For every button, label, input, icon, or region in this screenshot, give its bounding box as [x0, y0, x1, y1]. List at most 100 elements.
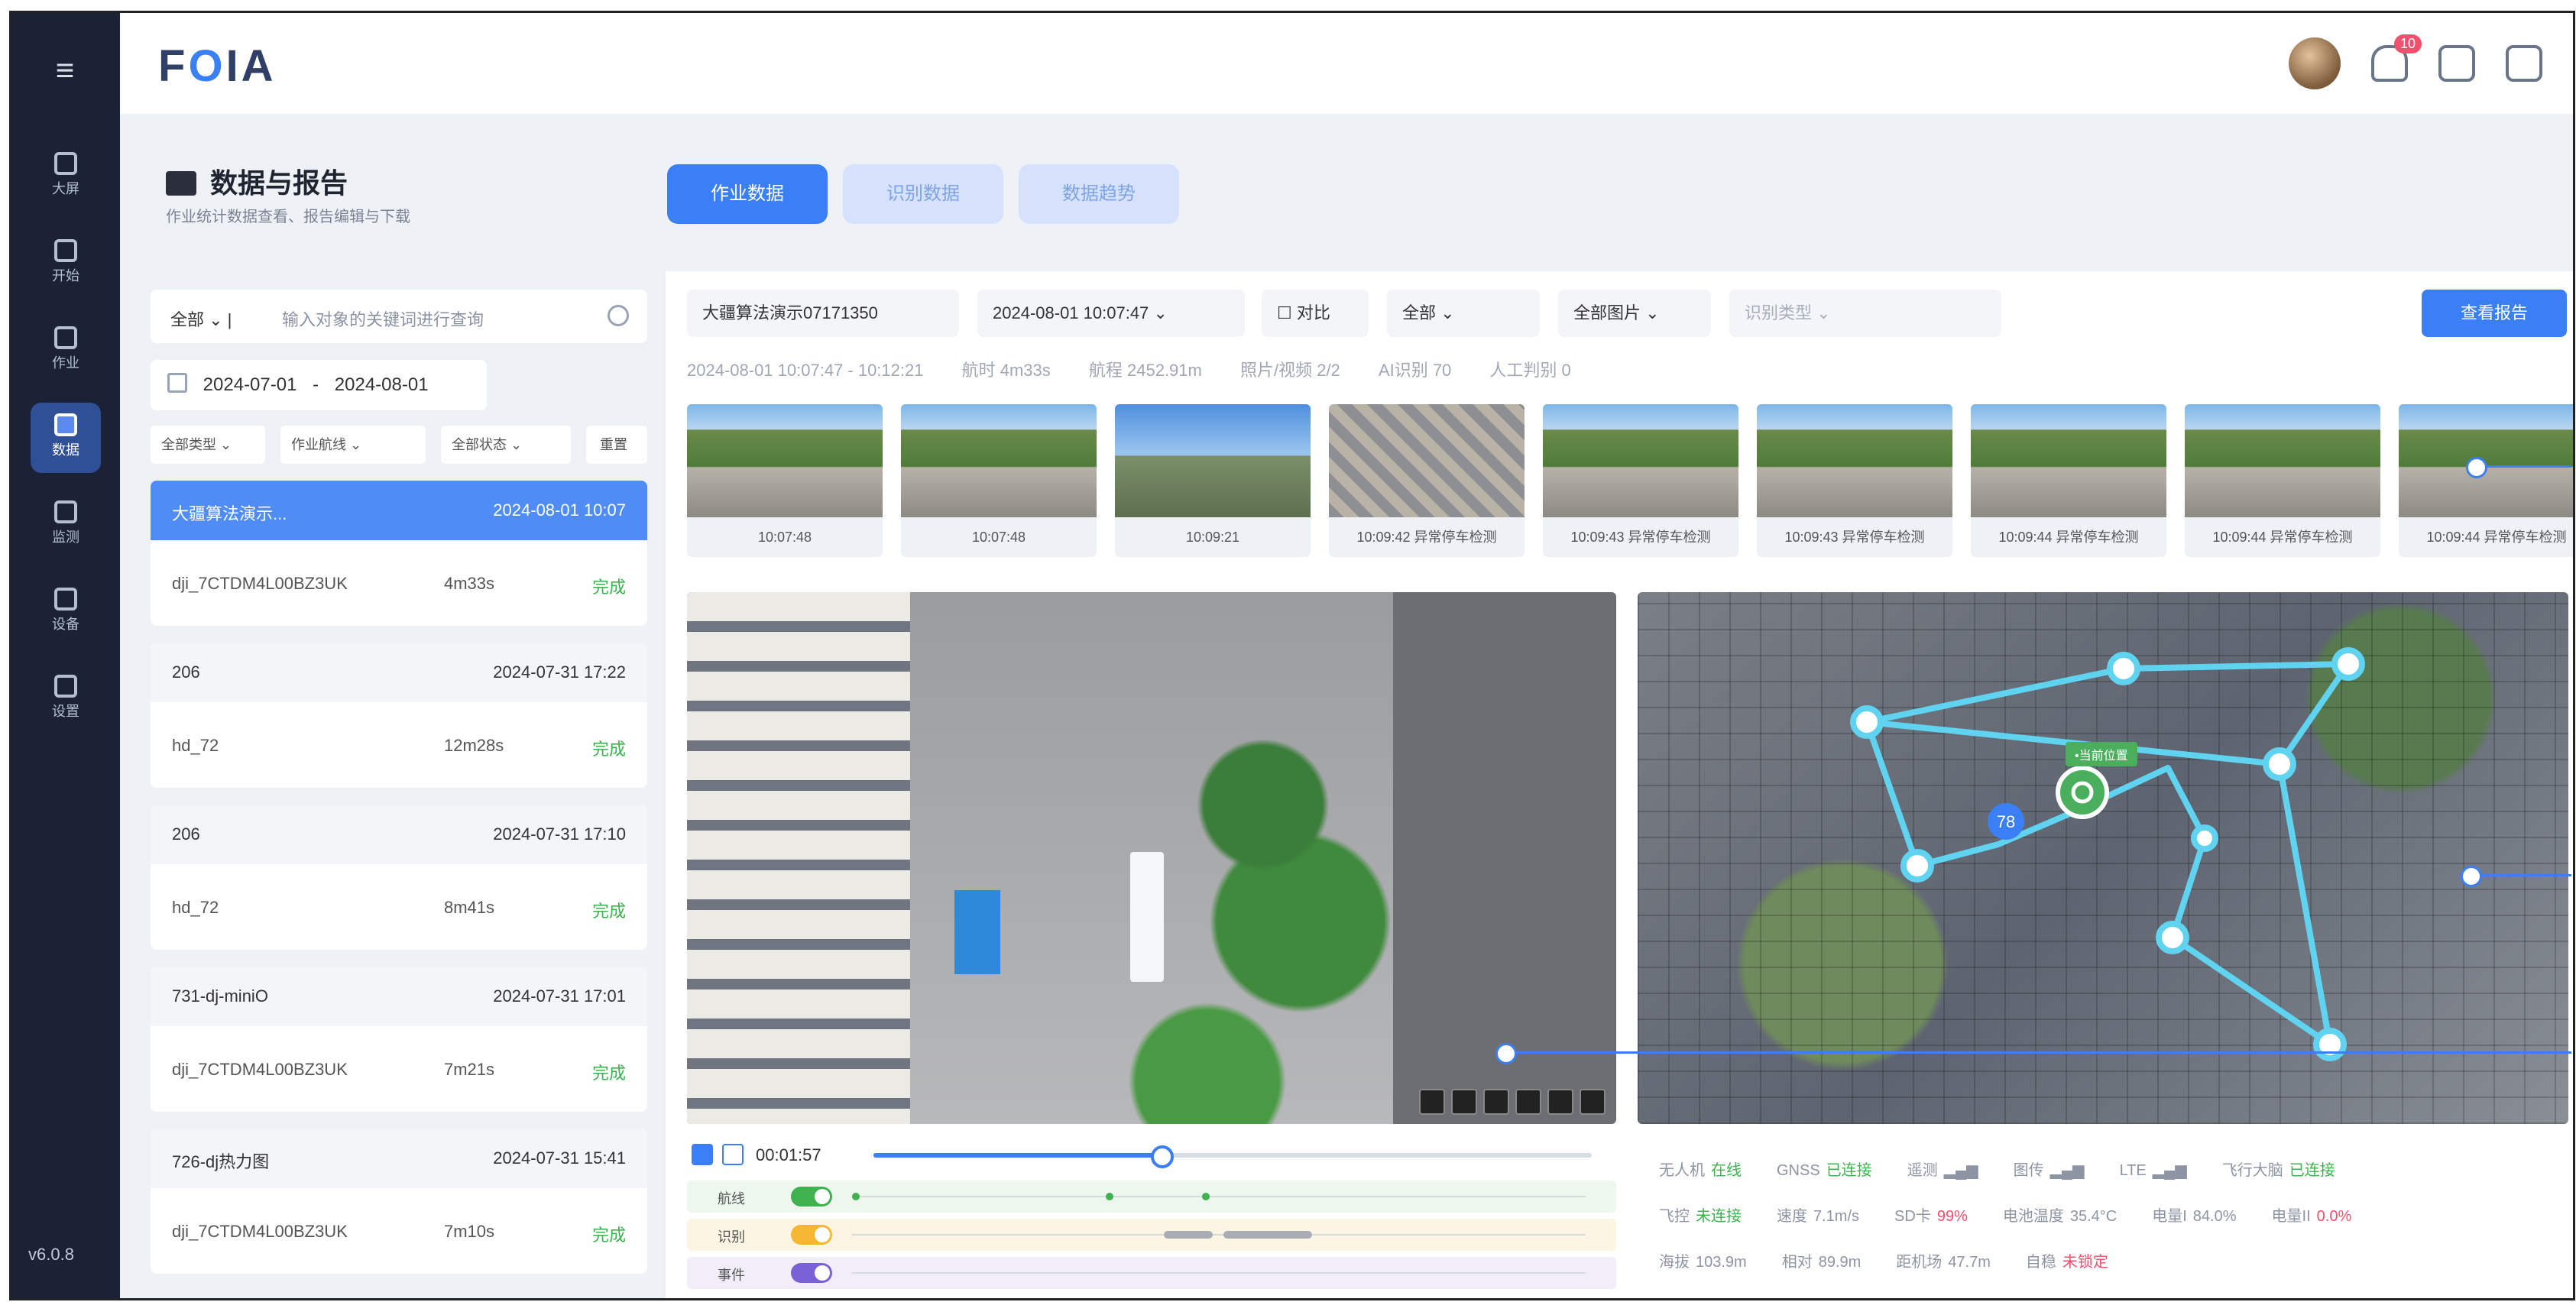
- flight-route: 78: [1850, 647, 2365, 1061]
- lane-segment[interactable]: [1164, 1231, 1213, 1239]
- status-item: GNSS 已连接: [1777, 1162, 1872, 1179]
- status-item: 飞控 未连接: [1659, 1208, 1742, 1225]
- status-badge: 完成: [591, 1064, 626, 1083]
- rail-item-2[interactable]: 作业: [31, 316, 101, 386]
- tab-recognition-data[interactable]: 识别数据: [843, 164, 1003, 224]
- video-object: [954, 890, 1000, 974]
- video-player[interactable]: [687, 592, 1616, 1124]
- lane-segment[interactable]: [1223, 1231, 1312, 1239]
- status-value: ▂▄▆: [2152, 1162, 2187, 1179]
- thumbnail[interactable]: 10:07:48: [901, 404, 1097, 557]
- status-filter[interactable]: 全部状态 ⌄: [441, 426, 571, 464]
- layers-icon[interactable]: [1483, 1089, 1509, 1115]
- thumbnail[interactable]: 10:09:44 异常停车检测: [2185, 404, 2380, 557]
- clipboard-icon[interactable]: [2438, 45, 2475, 82]
- all-select[interactable]: 全部 ⌄: [1387, 290, 1540, 337]
- lane-event-dot[interactable]: [852, 1193, 860, 1200]
- task-list-item[interactable]: 731-dj-miniO 2024-07-31 17:01 dji_7CTDM4L0…: [151, 967, 647, 1112]
- edit-icon[interactable]: [1515, 1089, 1541, 1115]
- status-item: 相对 89.9m: [1782, 1254, 1862, 1271]
- device-id: dji_7CTDM4L00BZ3UK: [172, 1222, 348, 1241]
- search-bar[interactable]: 全部 ⌄ | 输入对象的关键词进行查询: [151, 290, 647, 343]
- tab-task-data[interactable]: 作业数据: [667, 164, 828, 224]
- lane-track: [852, 1272, 1586, 1274]
- thumbnail[interactable]: 10:09:44 异常停车检测: [2399, 404, 2573, 557]
- task-list-item[interactable]: 大疆算法演示... 2024-08-01 10:07 dji_7CTDM4L00BZ…: [151, 481, 647, 626]
- top-actions: 10: [2289, 34, 2542, 89]
- thumbnail[interactable]: 10:09:43 异常停车检测: [1757, 404, 1952, 557]
- zoom-icon[interactable]: [1419, 1089, 1445, 1115]
- logo[interactable]: FOIA: [158, 40, 277, 92]
- search-icon[interactable]: [608, 305, 629, 326]
- status-row: 海拔 103.9m 相对 89.9m 距机场 47.7m 自稳 未锁定: [1659, 1249, 2143, 1271]
- rail-item-4[interactable]: 监测: [31, 490, 101, 560]
- reset-button[interactable]: 重置: [586, 426, 647, 464]
- view-report-button[interactable]: 查看报告: [2422, 290, 2567, 337]
- rail-item-6[interactable]: 设置: [31, 664, 101, 734]
- stop-icon[interactable]: [722, 1144, 744, 1165]
- thumbnail[interactable]: 10:09:44 异常停车检测: [1971, 404, 2166, 557]
- camera-icon[interactable]: [1547, 1089, 1573, 1115]
- task-item-body: dji_7CTDM4L00BZ3UK 7m10s 完成: [151, 1188, 647, 1274]
- image-select[interactable]: 全部图片 ⌄: [1558, 290, 1711, 337]
- page-title-text: 数据与报告: [210, 167, 348, 199]
- status-item: 无人机 在线: [1659, 1162, 1742, 1179]
- drone-status: 无人机 在线 GNSS 已连接 遥测 ▂▄▆ 图传 ▂▄▆ LTE ▂▄▆ 飞行大脑 已连接 飞控 未连…: [1638, 1139, 2568, 1292]
- rotate-icon[interactable]: [1451, 1089, 1477, 1115]
- task-list-item[interactable]: 726-dj热力图 2024-07-31 15:41 dji_7CTDM4L00BZ…: [151, 1129, 647, 1274]
- scope-select[interactable]: 全部 ⌄ |: [170, 306, 232, 331]
- datetime-select[interactable]: 2024-08-01 10:07:47 ⌄: [977, 290, 1245, 337]
- rail-item-0[interactable]: 大屏: [31, 141, 101, 212]
- flight-map[interactable]: 78 •当前位置: [1638, 592, 2568, 1124]
- side-rail: ≡ 大屏 开始 作业 数据 监测 设备 设置 v6.0.8: [11, 13, 120, 1298]
- cube-icon[interactable]: [2506, 45, 2542, 82]
- bell-icon[interactable]: 10: [2371, 34, 2422, 82]
- waypoint: [1900, 849, 1934, 883]
- fullscreen-icon[interactable]: [1580, 1089, 1606, 1115]
- thumbnail[interactable]: 10:09:43 异常停车检测: [1543, 404, 1738, 557]
- status-value: 89.9m: [1818, 1254, 1862, 1271]
- callout-line: [2471, 874, 2571, 876]
- thumbnail[interactable]: 10:09:21: [1115, 404, 1311, 557]
- status-value: 103.9m: [1696, 1254, 1747, 1271]
- type-filter[interactable]: 全部类型 ⌄: [151, 426, 265, 464]
- route-filter[interactable]: 作业航线 ⌄: [280, 426, 426, 464]
- thumbnail-image: [1543, 404, 1738, 517]
- menu-icon[interactable]: ≡: [46, 51, 84, 89]
- rail-item-3[interactable]: 数据: [31, 403, 101, 473]
- callout-line: [2476, 465, 2571, 468]
- rail-item-1[interactable]: 开始: [31, 228, 101, 299]
- task-name: 206: [172, 824, 200, 844]
- recognition-select[interactable]: 识别类型 ⌄: [1729, 290, 2001, 337]
- date-range-picker[interactable]: 2024-07-01 - 2024-08-01: [151, 360, 487, 410]
- rail-item-5[interactable]: 设备: [31, 577, 101, 647]
- task-item-header: 731-dj-miniO 2024-07-31 17:01: [151, 967, 647, 1026]
- search-input[interactable]: 输入对象的关键词进行查询: [282, 306, 484, 331]
- task-list-item[interactable]: 206 2024-07-31 17:10 hd_72 8m41s 完成: [151, 805, 647, 950]
- thumbnail[interactable]: 10:09:42 异常停车检测: [1329, 404, 1525, 557]
- play-icon[interactable]: [692, 1144, 713, 1165]
- lane-event-dot[interactable]: [1106, 1193, 1113, 1200]
- thumbnail-strip: 10:07:48 10:07:48 10:09:21 10:09:42 异常停车检测 1…: [687, 404, 2573, 557]
- task-list-panel: 全部 ⌄ | 输入对象的关键词进行查询 2024-07-01 - 2024-08…: [151, 271, 647, 1298]
- task-list-item[interactable]: 206 2024-07-31 17:22 hd_72 12m28s 完成: [151, 643, 647, 788]
- lane-event-dot[interactable]: [1202, 1193, 1210, 1200]
- rail-item-label: 监测: [52, 530, 79, 545]
- status-value: ▂▄▆: [2049, 1162, 2085, 1179]
- rail-item-label: 开始: [52, 268, 79, 283]
- progress-handle[interactable]: [1151, 1145, 1174, 1168]
- progress-track[interactable]: [873, 1145, 1592, 1168]
- tab-data-trend[interactable]: 数据趋势: [1019, 164, 1179, 224]
- status-label: 图传: [2013, 1162, 2044, 1179]
- waypoint: [2191, 824, 2218, 852]
- lane-toggle[interactable]: [791, 1187, 832, 1206]
- compare-checkbox[interactable]: ☐ 对比: [1262, 290, 1369, 337]
- thumbnail-image: [901, 404, 1097, 517]
- task-select[interactable]: 大疆算法演示07171350: [687, 290, 959, 337]
- lane-toggle[interactable]: [791, 1225, 832, 1245]
- thumbnail[interactable]: 10:07:48: [687, 404, 883, 557]
- chart-icon: [54, 413, 77, 436]
- thumbnail-image: [687, 404, 883, 517]
- lane-toggle[interactable]: [791, 1263, 832, 1283]
- avatar[interactable]: [2289, 37, 2341, 89]
